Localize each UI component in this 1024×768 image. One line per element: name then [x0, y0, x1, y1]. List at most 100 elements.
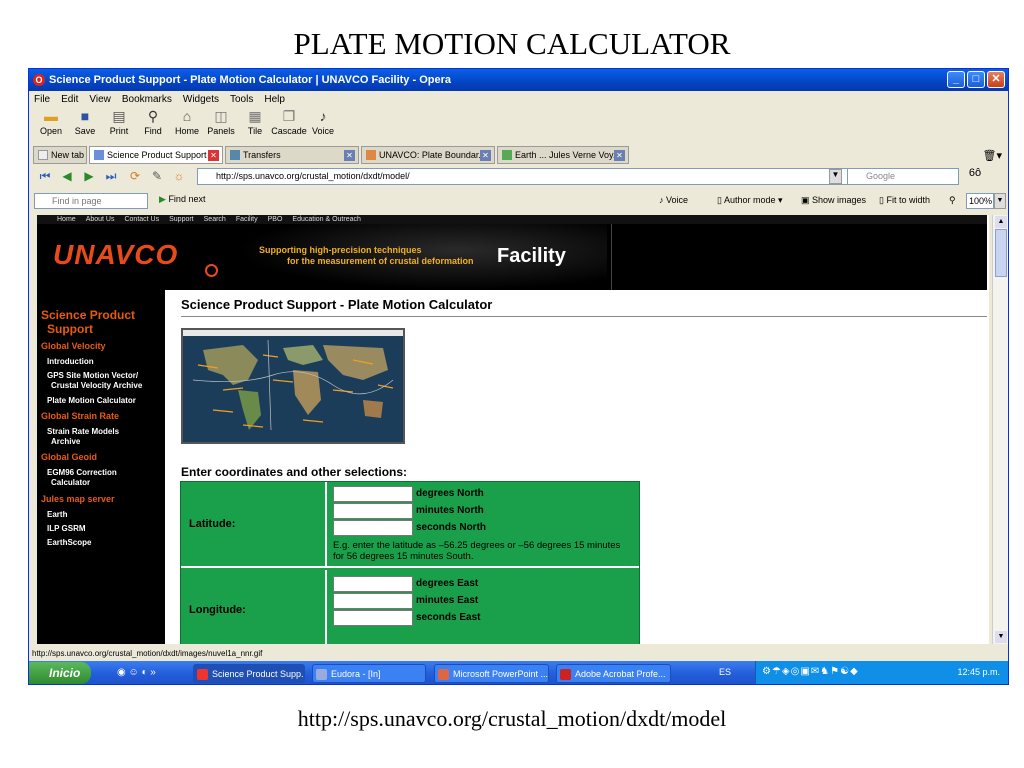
close-tab-icon[interactable]: ✕ [208, 150, 219, 161]
sidebar-item-strain[interactable]: Strain Rate Models [47, 427, 119, 437]
voice-toggle[interactable]: ♪ Voice [659, 195, 688, 205]
find-next-button[interactable]: ▶ Find next [159, 194, 205, 205]
sidebar-jules[interactable]: Jules map server [41, 494, 115, 504]
cascade-button[interactable]: ❐ Cascade [271, 108, 307, 142]
close-button[interactable]: ✕ [987, 71, 1005, 88]
author-mode-button[interactable]: ▯ Author mode ▾ [717, 195, 783, 206]
scroll-down-icon[interactable]: ▼ [995, 631, 1007, 643]
find-button[interactable]: ⚲ Find [136, 108, 170, 142]
quick-launch-icons[interactable]: ◉ ☺ ◐ » [117, 667, 156, 678]
forward-icon[interactable]: ▶ [81, 169, 97, 184]
coordinates-form: Latitude: degrees North minutes North se… [180, 481, 640, 644]
tab-science-product[interactable]: Science Product Support ... ✕ [89, 146, 223, 164]
sidebar-item-earthscope[interactable]: EarthScope [47, 538, 91, 548]
nav-contact[interactable]: Contact Us [124, 216, 159, 223]
latitude-degrees-input[interactable] [333, 486, 413, 502]
reload-icon[interactable]: ⟳ [127, 169, 143, 184]
menu-bookmarks[interactable]: Bookmarks [122, 94, 172, 105]
voice-button[interactable]: ♪ Voice [306, 108, 340, 142]
nav-support[interactable]: Support [169, 216, 194, 223]
address-input[interactable]: http://sps.unavco.org/crustal_motion/dxd… [197, 168, 872, 185]
back-icon[interactable]: ◀ [59, 169, 75, 184]
minimize-button[interactable]: _ [947, 71, 965, 88]
sidebar-item-introduction[interactable]: Introduction [47, 357, 94, 367]
sidebar-global-strain[interactable]: Global Strain Rate [41, 411, 119, 421]
plate-motion-map-image[interactable] [181, 328, 405, 444]
tab-unavco[interactable]: UNAVCO: Plate Boundar... ✕ [361, 146, 495, 164]
latitude-minutes-input[interactable] [333, 503, 413, 519]
close-tab-icon[interactable]: ✕ [614, 150, 625, 161]
nav-pbo[interactable]: PBO [268, 216, 283, 223]
wand-icon[interactable]: ☼ [171, 169, 187, 184]
sidebar-global-velocity[interactable]: Global Velocity [41, 341, 106, 351]
minutes-north-label: minutes North [416, 505, 484, 516]
start-button[interactable]: Inicio [29, 662, 91, 684]
home-button[interactable]: ⌂ Home [170, 108, 204, 142]
sidebar-global-geoid[interactable]: Global Geoid [41, 452, 97, 462]
print-button[interactable]: ▤ Print [102, 108, 136, 142]
page-icon [94, 150, 104, 160]
search-engine-icon[interactable]: 6ô [963, 167, 987, 185]
longitude-degrees-input[interactable] [333, 576, 413, 592]
tab-new[interactable]: New tab [33, 146, 87, 164]
tab-transfers[interactable]: Transfers ✕ [225, 146, 359, 164]
magnifier-icon: ⚲ [147, 107, 159, 124]
site-tagline: Supporting high-precision techniques for… [259, 245, 474, 266]
tile-button[interactable]: ▦ Tile [238, 108, 272, 142]
menu-edit[interactable]: Edit [61, 94, 78, 105]
longitude-minutes-input[interactable] [333, 593, 413, 609]
rewind-icon[interactable]: ⏮ [37, 169, 53, 184]
sidebar-item-egm96-2[interactable]: Calculator [51, 478, 90, 488]
latitude-seconds-input[interactable] [333, 520, 413, 536]
open-button[interactable]: ▬ Open [34, 108, 68, 142]
sidebar-title-2[interactable]: Support [47, 322, 93, 336]
search-input[interactable]: Google [847, 168, 959, 185]
menu-file[interactable]: File [34, 94, 50, 105]
save-button[interactable]: ■ Save [68, 108, 102, 142]
sidebar-item-strain-2[interactable]: Archive [51, 437, 80, 447]
close-tab-icon[interactable]: ✕ [480, 150, 491, 161]
sidebar-item-egm96[interactable]: EGM96 Correction [47, 468, 117, 478]
fast-forward-icon[interactable]: ⏭ [103, 169, 119, 184]
nav-search[interactable]: Search [204, 216, 226, 223]
fit-to-width-button[interactable]: ▯ Fit to width [879, 195, 930, 206]
zoom-dropdown[interactable]: ▼ [994, 193, 1006, 209]
menu-widgets[interactable]: Widgets [183, 94, 219, 105]
menu-help[interactable]: Help [264, 94, 285, 105]
tab-earth[interactable]: Earth ... Jules Verne Voy... ✕ [497, 146, 629, 164]
title-bar[interactable]: O Science Product Support - Plate Motion… [29, 69, 1008, 91]
address-dropdown[interactable]: ▼ [829, 169, 842, 184]
scroll-up-icon[interactable]: ▲ [995, 216, 1007, 228]
task-acrobat[interactable]: Adobe Acrobat Profe... [556, 664, 671, 683]
nav-about[interactable]: About Us [86, 216, 115, 223]
find-in-page-input[interactable]: Find in page [34, 193, 148, 209]
sidebar-item-plate-motion[interactable]: Plate Motion Calculator [47, 396, 136, 406]
task-science-product[interactable]: Science Product Supp... [193, 664, 305, 683]
task-eudora[interactable]: Eudora - [In] [312, 664, 426, 683]
sidebar-item-gps-2[interactable]: Crustal Velocity Archive [51, 381, 142, 391]
sidebar: Science Product Support Global Velocity … [37, 290, 165, 644]
vertical-scrollbar[interactable]: ▲ ▼ [992, 215, 1008, 644]
nav-home[interactable]: Home [57, 216, 76, 223]
menu-tools[interactable]: Tools [230, 94, 253, 105]
unavco-logo[interactable]: UNAVCO [53, 239, 178, 271]
show-images-button[interactable]: ▣ Show images [801, 195, 866, 206]
trash-icon[interactable]: 🗑▾ [983, 149, 1003, 162]
menu-view[interactable]: View [89, 94, 111, 105]
sidebar-title[interactable]: Science Product [41, 308, 135, 322]
sidebar-item-earth[interactable]: Earth [47, 510, 67, 520]
sidebar-item-ilp[interactable]: ILP GSRM [47, 524, 86, 534]
maximize-button[interactable]: □ [967, 71, 985, 88]
close-tab-icon[interactable]: ✕ [344, 150, 355, 161]
language-indicator[interactable]: ES [719, 667, 731, 677]
task-powerpoint[interactable]: Microsoft PowerPoint ... [434, 664, 549, 683]
longitude-seconds-input[interactable] [333, 610, 413, 626]
sidebar-item-gps[interactable]: GPS Site Motion Vector/ [47, 371, 138, 381]
nav-facility[interactable]: Facility [236, 216, 258, 223]
zoom-select[interactable]: 100% [966, 193, 994, 209]
nav-education[interactable]: Education & Outreach [292, 216, 361, 223]
tray-icons[interactable]: ⚙☂◈◎▣✉♞⚑☯◆ [762, 666, 859, 677]
edit-icon[interactable]: ✎ [149, 169, 165, 184]
panels-button[interactable]: ◫ Panels [204, 108, 238, 142]
scroll-thumb[interactable] [995, 229, 1007, 277]
